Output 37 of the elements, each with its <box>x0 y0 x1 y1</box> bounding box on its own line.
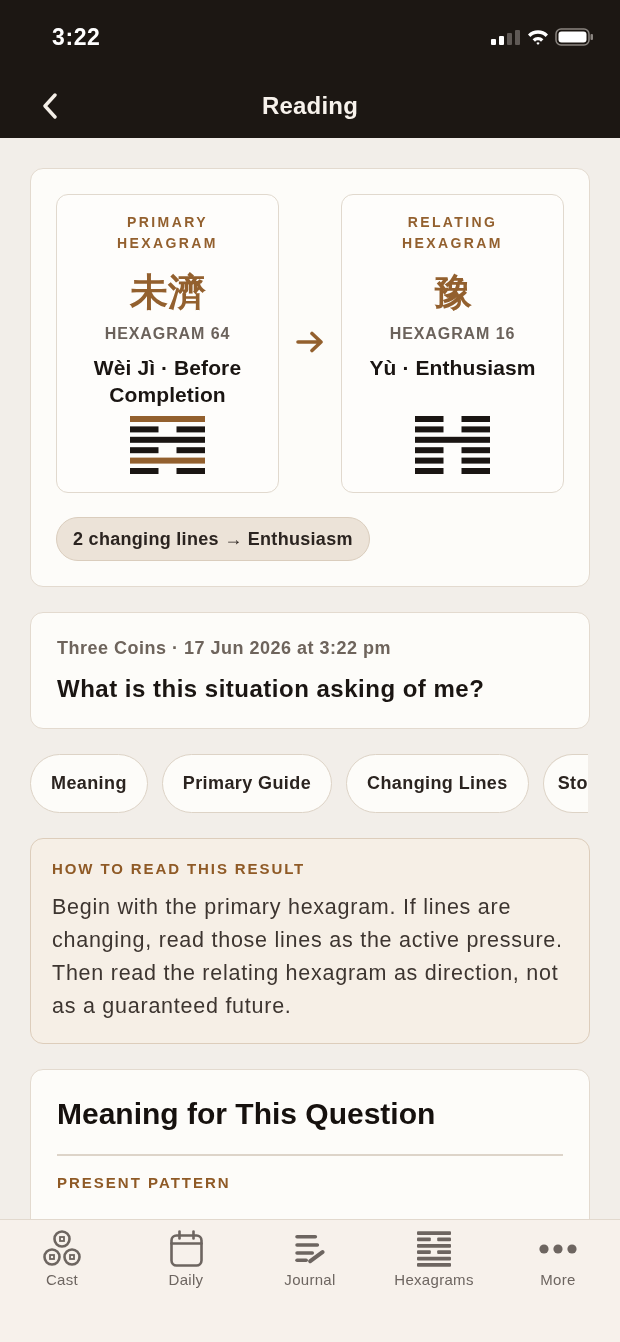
coins-icon <box>43 1230 81 1267</box>
tab-bar-item[interactable]: Hexagrams <box>372 1220 496 1289</box>
hexagram-number: HEXAGRAM 64 <box>104 324 231 344</box>
signal-icon <box>491 29 521 45</box>
screen-title: Reading <box>261 92 359 120</box>
hexagram-role: RELATING HEXAGRAM <box>401 213 504 253</box>
meaning-title: Meaning for This Question <box>57 1096 437 1132</box>
wifi-icon <box>527 29 549 45</box>
section-tab[interactable]: Sto <box>542 754 588 813</box>
changing-lines-badge: 2 changing lines → Enthusiasm <box>56 517 370 561</box>
reading-meta: Three Coins · 17 Jun 2026 at 3:22 pm <box>57 637 393 660</box>
calendar-icon <box>169 1230 203 1267</box>
hexagram-number: HEXAGRAM 16 <box>389 324 516 344</box>
back-button[interactable] <box>42 93 58 119</box>
lines-pencil-icon <box>295 1233 325 1264</box>
section-tab[interactable]: Meaning <box>30 754 148 813</box>
guide-title: HOW TO READ THIS RESULT <box>52 859 307 879</box>
tab-bar-item[interactable]: Cast <box>0 1220 124 1289</box>
hexagram-character: 未濟 <box>129 270 206 315</box>
section-label: PRESENT PATTERN <box>57 1172 232 1193</box>
battery-icon <box>555 28 594 46</box>
guide-text: Begin with the primary hexagram. If lines are changing, read those lines as the active pressure. Then read the relating hexagram as direction, not as a guaranteed future. <box>52 894 564 1020</box>
hexagram-character: 豫 <box>433 270 472 315</box>
hexagram-icon <box>417 1230 451 1267</box>
arrow-icon <box>296 331 324 353</box>
tab-bar-item[interactable]: More <box>496 1220 620 1289</box>
question-text: What is this situation asking of me? <box>57 674 486 704</box>
section-tab[interactable]: Changing Lines <box>346 754 529 813</box>
status-time: 3:22 <box>52 23 101 51</box>
section-tab[interactable]: Primary Guide <box>161 754 333 813</box>
hexagram-name: Wèi Jì · Before Completion <box>92 355 243 408</box>
hexagram-role: PRIMARY HEXAGRAM <box>116 213 219 253</box>
more-icon <box>539 1243 577 1254</box>
tab-bar-item[interactable]: Daily <box>124 1220 248 1289</box>
hexagram-name: Yù · Enthusiasm <box>369 355 536 381</box>
tab-bar-item[interactable]: Journal <box>248 1220 372 1289</box>
chevron-left-icon <box>42 93 58 119</box>
